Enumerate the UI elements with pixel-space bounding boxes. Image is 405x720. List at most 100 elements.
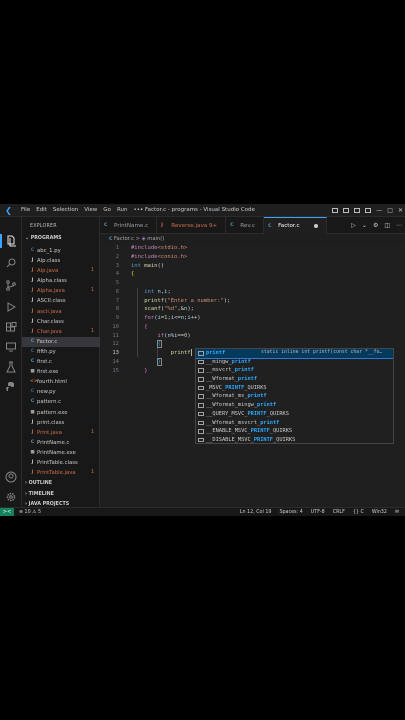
activity-bar [0, 217, 22, 507]
file-item[interactable]: J ASCII.class [22, 296, 100, 306]
menu-view[interactable]: View [81, 207, 100, 213]
suggestion-item[interactable]: __QUERY_MSVC_PRINTF_QUIRKS [196, 410, 393, 419]
encoding[interactable]: UTF-8 [311, 510, 325, 515]
run-dropdown-icon[interactable]: ⌄ [362, 222, 367, 229]
timeline-section[interactable]: › TIMELINE [25, 492, 54, 497]
settings-icon[interactable]: ⚙ [373, 222, 378, 229]
split-editor-icon[interactable]: ◫ [384, 222, 390, 229]
file-item[interactable]: Cpattern.c [22, 397, 100, 407]
more-actions-icon[interactable]: ⋯ [396, 222, 402, 229]
source-control-icon[interactable] [5, 279, 17, 291]
account-icon[interactable] [5, 471, 17, 483]
toggle-secondary-sidebar-icon[interactable] [354, 208, 361, 213]
file-item[interactable]: Cnew.py [22, 387, 100, 397]
indentation[interactable]: Spaces: 4 [279, 510, 302, 515]
symbol-icon [198, 368, 204, 373]
symbol-icon [198, 437, 204, 443]
testing-icon[interactable] [5, 361, 17, 373]
file-item[interactable]: J Char.class [22, 317, 100, 327]
suggestion-item[interactable]: __Wformat_mingw_printf [196, 401, 393, 410]
menu-selection[interactable]: Selection [50, 207, 81, 213]
menu-edit[interactable]: Edit [33, 207, 50, 213]
file-item[interactable]: Jprint.class [22, 418, 100, 428]
editor-tab[interactable]: C Rev.c [226, 217, 265, 234]
suggestion-item[interactable]: __Wformat_ms_printf [196, 392, 393, 401]
run-icon[interactable]: ▷ [351, 222, 356, 229]
file-item[interactable]: <> fourth.html [22, 377, 100, 387]
run-debug-icon[interactable] [5, 301, 17, 313]
remote-explorer-icon[interactable] [5, 341, 17, 353]
suggestion-item[interactable]: __ENABLE_MSVC_PRINTF_QUIRKS [196, 427, 393, 436]
suggestion-item[interactable]: __Wformat_msvcrt_printf [196, 419, 393, 428]
language-mode[interactable]: {} C [353, 510, 364, 515]
file-item[interactable]: J Alp.java 1 [22, 266, 100, 276]
file-type-icon: C [30, 359, 35, 365]
remote-indicator[interactable]: >< [0, 507, 14, 516]
file-item[interactable]: ■ pattern.exe [22, 408, 100, 418]
file-item[interactable]: J Char.java 1 [22, 327, 100, 337]
suggestion-item[interactable]: __Wformat_printf [196, 375, 393, 384]
file-type-icon: J [31, 258, 34, 264]
file-item[interactable]: J PrintTable.java 1 [22, 468, 100, 478]
breadcrumb-file[interactable]: Factor.c [114, 236, 134, 242]
tab-label: Factor.c [278, 223, 300, 229]
symbol-icon [198, 385, 204, 391]
outline-section[interactable]: › OUTLINE [25, 481, 52, 486]
suggestion-item[interactable]: _MSVC_PRINTF_QUIRKS [196, 384, 393, 393]
file-type-icon: C [268, 223, 272, 229]
settings-gear-icon[interactable] [5, 491, 17, 503]
file-item[interactable]: J PrintTable.class [22, 458, 100, 468]
suggestion-item[interactable]: __msvcrt_printf [196, 366, 393, 375]
suggestion-item[interactable]: __DISABLE_MSVC_PRINTF_QUIRKS [196, 436, 393, 443]
file-name: Factor.c [37, 338, 58, 345]
menu-file[interactable]: File [18, 207, 33, 213]
file-item[interactable]: C PrintName.c [22, 438, 100, 448]
explorer-sidebar: EXPLORER ⌄ PROGRAMS Cabc_1.py J Alp.class J… [22, 217, 100, 507]
suggestion-text: PRINTF [250, 428, 270, 435]
platform[interactable]: Win32 [372, 510, 387, 515]
editor-tab[interactable]: J Reverse.java 9+ [157, 217, 227, 234]
line-number: 6 [115, 288, 119, 295]
file-type-icon: C [30, 348, 35, 354]
maximize-icon[interactable]: □ [387, 207, 393, 214]
file-item[interactable]: Cabc_1.py [22, 246, 100, 256]
notifications-icon[interactable]: ✉ [395, 510, 399, 515]
unsaved-dot-icon[interactable] [313, 224, 318, 228]
problems-indicator[interactable]: ⊗ 10 ⚠ 5 [19, 510, 41, 515]
breadcrumb-symbol[interactable]: main() [147, 236, 164, 242]
folder-programs[interactable]: ⌄ PROGRAMS [25, 236, 62, 241]
code-line: 8 scanf("%d",&n); [100, 305, 405, 314]
minimize-icon[interactable]: — [376, 207, 382, 214]
cursor-position[interactable]: Ln 12, Col 19 [240, 510, 272, 515]
explorer-icon[interactable] [5, 235, 17, 247]
extensions-icon[interactable] [5, 322, 17, 334]
code-line: 4{ [100, 270, 405, 279]
file-item[interactable]: Jascii.java [22, 307, 100, 317]
file-item[interactable]: C Factor.c [22, 336, 100, 347]
close-icon[interactable]: ✕ [398, 207, 403, 214]
file-item[interactable]: J Alpha.java 1 [22, 286, 100, 296]
line-number: 13 [112, 350, 119, 356]
toggle-sidebar-icon[interactable] [332, 208, 339, 213]
file-item[interactable]: ■ PrintName.exe [22, 448, 100, 458]
file-name: ASCII.class [37, 298, 66, 305]
file-item[interactable]: J Alpha.class [22, 276, 100, 286]
menu-run[interactable]: Run [114, 207, 131, 213]
toggle-panel-icon[interactable] [343, 208, 350, 213]
customize-layout-icon[interactable] [365, 208, 372, 213]
editor-tab[interactable]: C Factor.c [264, 217, 327, 234]
file-item[interactable]: ■ first.exe [22, 367, 100, 377]
menu-go[interactable]: Go [100, 207, 114, 213]
suggestion-item[interactable]: printf static inline int printf(const cha… [196, 349, 393, 359]
file-item[interactable]: J Alp.class [22, 256, 100, 266]
suggestion-item[interactable]: __mingw_printf [196, 358, 393, 367]
editor-tab[interactable]: C PrintName.c [100, 217, 158, 234]
file-item[interactable]: Cfirst.c [22, 357, 100, 367]
search-icon[interactable] [5, 257, 17, 269]
suggestion-text: _QUIRKS [244, 384, 267, 391]
line-ending[interactable]: CRLF [333, 510, 345, 515]
python-icon[interactable] [5, 381, 17, 393]
file-item[interactable]: Cfifth.py [22, 347, 100, 357]
suggestion-text: printf [231, 358, 251, 365]
file-item[interactable]: J Print.java 1 [22, 428, 100, 438]
